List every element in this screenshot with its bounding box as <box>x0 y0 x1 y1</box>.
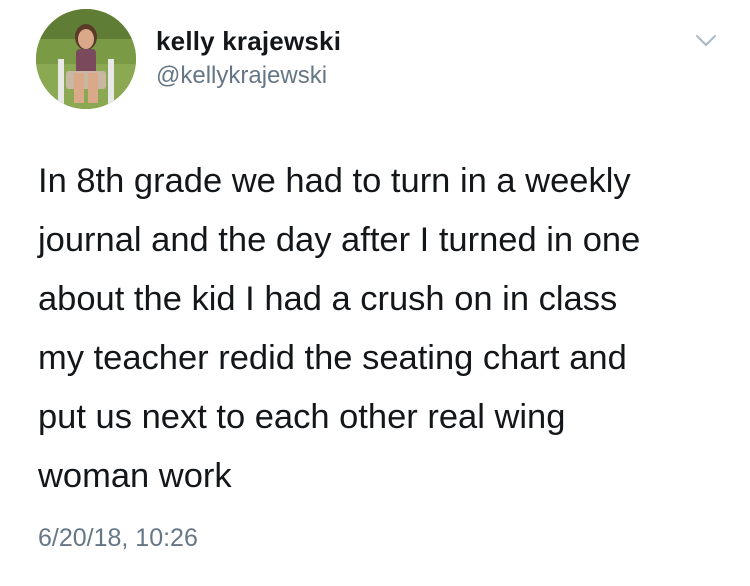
tweet-text: In 8th grade we had to turn in a weekly … <box>38 152 728 506</box>
tweet-text-line: woman work <box>38 457 232 495</box>
tweet-text-line: my teacher redid the seating chart and <box>38 339 627 377</box>
tweet-text-line: put us next to each other real wing <box>38 398 566 436</box>
display-name[interactable]: kelly krajewski <box>156 26 341 57</box>
chevron-down-icon[interactable] <box>695 34 717 48</box>
user-handle[interactable]: @kellykrajewski <box>156 62 327 90</box>
avatar-photo <box>36 9 136 109</box>
tweet-text-line: journal and the day after I turned in on… <box>38 221 641 259</box>
tweet-text-line: about the kid I had a crush on in class <box>38 280 618 318</box>
avatar[interactable] <box>36 9 136 109</box>
tweet-text-line: In 8th grade we had to turn in a weekly <box>38 162 631 200</box>
timestamp[interactable]: 6/20/18, 10:26 <box>38 524 198 553</box>
tweet-card: kelly krajewski @kellykrajewski In 8th g… <box>0 0 750 586</box>
